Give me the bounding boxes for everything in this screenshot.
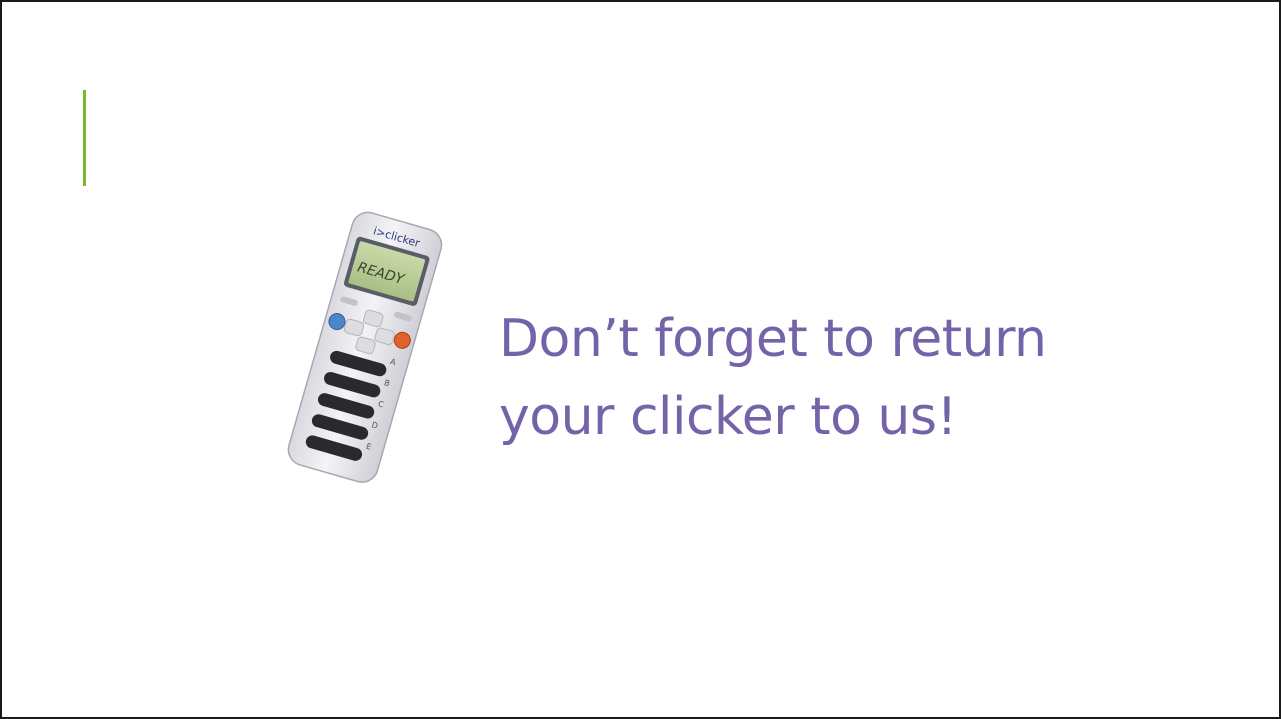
- message-line-2: your clicker to us!: [499, 387, 957, 447]
- slide-message: Don’t forget to return your clicker to u…: [499, 300, 1239, 456]
- message-line-1: Don’t forget to return: [499, 309, 1047, 369]
- accent-bar: [83, 90, 86, 186]
- clicker-remote-icon: i>clicker READY A B C D E: [264, 210, 464, 485]
- slide: i>clicker READY A B C D E Don’t forget t…: [0, 0, 1281, 719]
